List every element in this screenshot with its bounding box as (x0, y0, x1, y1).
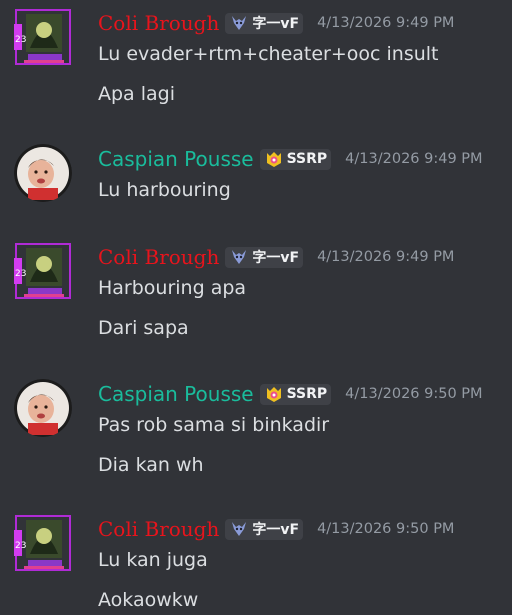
message-text: Lu kan juga (98, 549, 208, 571)
goat-head-icon (232, 522, 247, 536)
goat-head-icon (232, 250, 247, 264)
guild-tag-label: 字一vF (252, 16, 300, 32)
message-header: Coli Brough 字一vF 4/13/2026 9:50 PM (98, 514, 454, 544)
message-text: Aokaowkw (98, 589, 199, 611)
guild-tag-label: 字一vF (252, 250, 300, 266)
svg-text:23: 23 (15, 541, 26, 551)
guild-tag[interactable]: SSRP (259, 383, 332, 405)
timestamp[interactable]: 4/13/2026 9:49 PM (317, 15, 454, 31)
message-header: Coli Brough 字一vF 4/13/2026 9:49 PM (98, 242, 454, 272)
guild-tag[interactable]: SSRP (259, 148, 332, 170)
user-avatar-coli[interactable]: 23 (14, 514, 72, 572)
message-header: Caspian Pousse SSRP 4/13/2026 9:50 PM (98, 379, 483, 409)
guild-tag[interactable]: 字一vF (225, 246, 304, 268)
message-text: Dari sapa (98, 317, 189, 339)
guild-tag-label: SSRP (286, 386, 328, 402)
guild-tag[interactable]: 字一vF (225, 518, 304, 540)
username[interactable]: Caspian Pousse (98, 144, 254, 174)
timestamp[interactable]: 4/13/2026 9:50 PM (345, 386, 482, 402)
username[interactable]: Coli Brough (98, 8, 219, 38)
user-avatar-caspian[interactable] (14, 379, 72, 437)
chat-log: 23 Coli Brough 字一vF 4/13/2026 9:49 PM Lu… (0, 0, 512, 615)
message-header: Caspian Pousse SSRP 4/13/2026 9:49 PM (98, 144, 483, 174)
goat-head-icon (232, 16, 247, 30)
user-avatar-caspian[interactable] (14, 144, 72, 202)
guild-tag-label: 字一vF (252, 522, 300, 538)
user-avatar-coli[interactable]: 23 (14, 242, 72, 300)
message-text: Lu harbouring (98, 179, 231, 201)
crown-shield-icon (266, 387, 281, 402)
crown-shield-icon (266, 152, 281, 167)
username[interactable]: Coli Brough (98, 514, 219, 544)
svg-text:23: 23 (15, 35, 26, 45)
message-text: Dia kan wh (98, 454, 204, 476)
message-header: Coli Brough 字一vF 4/13/2026 9:49 PM (98, 8, 454, 38)
username[interactable]: Coli Brough (98, 242, 219, 272)
message-text: Apa lagi (98, 83, 176, 105)
timestamp[interactable]: 4/13/2026 9:49 PM (345, 151, 482, 167)
message-text: Lu evader+rtm+cheater+ooc insult (98, 43, 439, 65)
svg-text:23: 23 (15, 269, 26, 279)
guild-tag-label: SSRP (286, 151, 328, 167)
message-text: Harbouring apa (98, 277, 247, 299)
timestamp[interactable]: 4/13/2026 9:50 PM (317, 521, 454, 537)
timestamp[interactable]: 4/13/2026 9:49 PM (317, 249, 454, 265)
message-text: Pas rob sama si binkadir (98, 414, 330, 436)
username[interactable]: Caspian Pousse (98, 379, 254, 409)
user-avatar-coli[interactable]: 23 (14, 8, 72, 66)
guild-tag[interactable]: 字一vF (225, 12, 304, 34)
